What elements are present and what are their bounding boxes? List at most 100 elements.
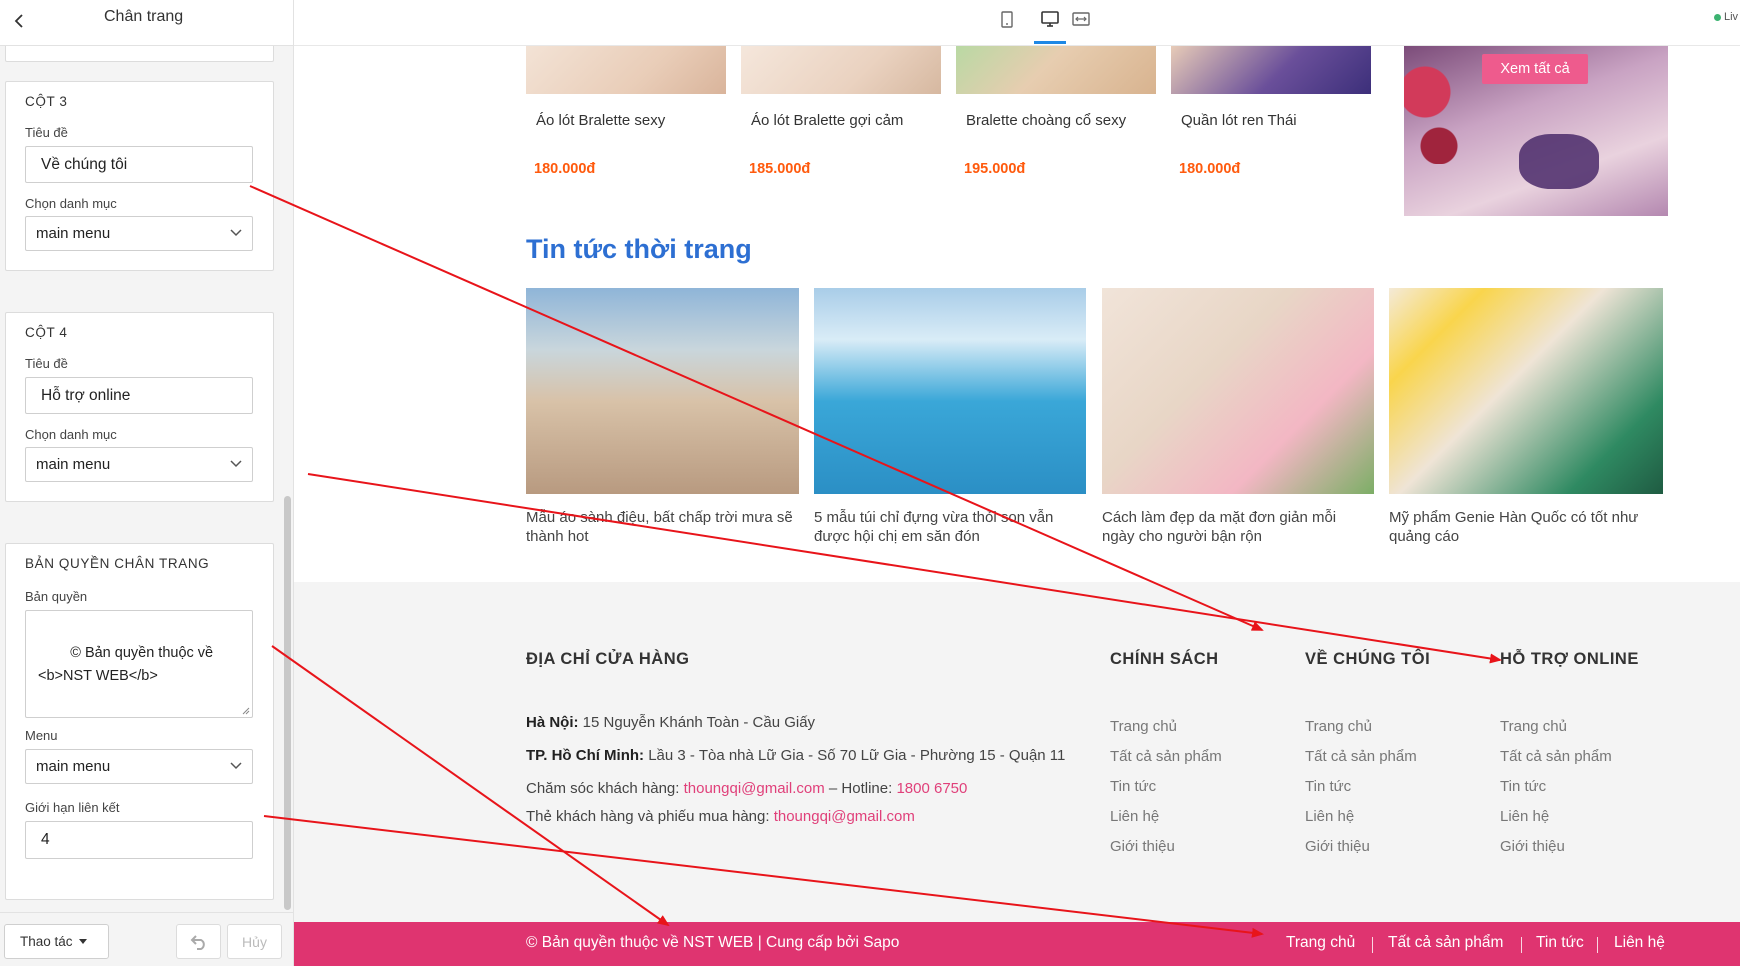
copybar-separator bbox=[1597, 937, 1598, 953]
address-hanoi-value: 15 Nguyễn Khánh Toàn - Cầu Giấy bbox=[582, 714, 816, 731]
chevron-down-icon bbox=[230, 762, 242, 770]
address-heading: ĐỊA CHỈ CỬA HÀNG bbox=[526, 650, 690, 668]
caret-down-icon bbox=[78, 939, 87, 944]
footer-link[interactable]: Tin tức bbox=[1500, 778, 1546, 795]
product-image[interactable] bbox=[956, 46, 1156, 94]
actions-dropdown-button[interactable]: Thao tác bbox=[4, 924, 109, 959]
product-image[interactable] bbox=[741, 46, 941, 94]
footer-link[interactable]: Trang chủ bbox=[1305, 718, 1372, 735]
support-column-heading: HỖ TRỢ ONLINE bbox=[1500, 650, 1639, 668]
fullwidth-view-button[interactable] bbox=[1070, 8, 1092, 30]
desktop-view-button[interactable] bbox=[1039, 8, 1061, 30]
footer-link[interactable]: Tất cả sản phẩm bbox=[1500, 748, 1612, 765]
link-limit-input[interactable]: 4 bbox=[25, 821, 253, 859]
panel-footer: Thao tác Hủy bbox=[0, 912, 293, 966]
footer-link[interactable]: Trang chủ bbox=[1110, 718, 1177, 735]
footer-link[interactable]: Tin tức bbox=[1305, 778, 1351, 795]
column-3-heading: CỘT 3 bbox=[25, 94, 68, 109]
news-image[interactable] bbox=[1389, 288, 1663, 494]
live-status-dot bbox=[1714, 14, 1721, 21]
product-image[interactable] bbox=[526, 46, 726, 94]
product-name[interactable]: Áo lót Bralette sexy bbox=[536, 112, 665, 129]
footer-link[interactable]: Tin tức bbox=[1110, 778, 1156, 795]
footer-link[interactable]: Giới thiệu bbox=[1500, 838, 1565, 855]
hotline-link[interactable]: 1800 6750 bbox=[896, 780, 967, 797]
desktop-icon bbox=[1041, 11, 1059, 27]
hotline-label: – Hotline: bbox=[828, 780, 893, 797]
news-title[interactable]: Mỹ phẩm Genie Hàn Quốc có tốt như quảng … bbox=[1389, 508, 1663, 546]
copybar-link[interactable]: Tất cả sản phẩm bbox=[1388, 934, 1503, 952]
product-price: 180.000đ bbox=[534, 161, 596, 177]
theme-settings-panel: Chân trang CỘT 3 Tiêu đề Về chúng tôi Ch… bbox=[0, 0, 294, 966]
footer-link[interactable]: Liên hệ bbox=[1305, 808, 1354, 825]
product-image[interactable] bbox=[1171, 46, 1371, 94]
column-4-title-value: Hỗ trợ online bbox=[41, 386, 131, 404]
footer-link[interactable]: Liên hệ bbox=[1500, 808, 1549, 825]
footer-link[interactable]: Tất cả sản phẩm bbox=[1305, 748, 1417, 765]
product-price: 185.000đ bbox=[749, 161, 811, 177]
footer-link[interactable]: Giới thiệu bbox=[1305, 838, 1370, 855]
copyright-textarea[interactable]: © Bản quyền thuộc về <b>NST WEB</b> bbox=[25, 610, 253, 718]
product-name[interactable]: Bralette choàng cổ sexy bbox=[966, 112, 1126, 129]
view-all-button[interactable]: Xem tất cả bbox=[1482, 54, 1588, 84]
chevron-down-icon bbox=[230, 460, 242, 468]
customer-care-email-link[interactable]: thoungqi@gmail.com bbox=[684, 780, 825, 797]
member-card-email-link[interactable]: thoungqi@gmail.com bbox=[774, 808, 915, 825]
copybar-link[interactable]: Trang chủ bbox=[1286, 934, 1355, 952]
previous-settings-card bbox=[5, 46, 274, 62]
column-3-menu-select[interactable]: main menu bbox=[25, 216, 253, 251]
cancel-button[interactable]: Hủy bbox=[227, 924, 282, 959]
column-3-title-label: Tiêu đề bbox=[25, 125, 68, 140]
copyright-menu-select[interactable]: main menu bbox=[25, 749, 253, 784]
column-4-menu-select[interactable]: main menu bbox=[25, 447, 253, 482]
news-section-title[interactable]: Tin tức thời trang bbox=[526, 234, 752, 265]
panel-header: Chân trang bbox=[0, 0, 293, 46]
copyright-menu-label: Menu bbox=[25, 728, 58, 743]
copyright-menu-value: main menu bbox=[36, 758, 111, 775]
column-4-title-input[interactable]: Hỗ trợ online bbox=[25, 377, 253, 414]
footer-link[interactable]: Liên hệ bbox=[1110, 808, 1159, 825]
resize-grip-icon[interactable] bbox=[242, 707, 250, 715]
column-4-menu-value: main menu bbox=[36, 456, 111, 473]
footer-link[interactable]: Trang chủ bbox=[1500, 718, 1567, 735]
news-image[interactable] bbox=[526, 288, 799, 494]
news-image[interactable] bbox=[1102, 288, 1374, 494]
product-price: 195.000đ bbox=[964, 161, 1026, 177]
column-3-title-input[interactable]: Về chúng tôi bbox=[25, 146, 253, 183]
address-hcm-value: Lầu 3 - Tòa nhà Lữ Gia - Số 70 Lữ Gia - … bbox=[648, 747, 1066, 764]
column-4-title-label: Tiêu đề bbox=[25, 356, 68, 371]
promo-banner[interactable]: Xem tất cả bbox=[1404, 46, 1668, 216]
column-4-heading: CỘT 4 bbox=[25, 325, 68, 340]
news-title[interactable]: Cách làm đẹp da mặt đơn giản mỗi ngày ch… bbox=[1102, 508, 1372, 546]
mobile-icon bbox=[1001, 10, 1013, 28]
product-name[interactable]: Áo lót Bralette gợi cảm bbox=[751, 112, 903, 129]
column-3-title-value: Về chúng tôi bbox=[41, 155, 128, 173]
banner-lace-decoration bbox=[1519, 134, 1599, 189]
copyright-value: © Bản quyền thuộc về <b>NST WEB</b> bbox=[38, 645, 218, 684]
mobile-view-button[interactable] bbox=[996, 8, 1018, 30]
footer-link[interactable]: Giới thiệu bbox=[1110, 838, 1175, 855]
copybar-link[interactable]: Liên hệ bbox=[1614, 934, 1665, 952]
news-title[interactable]: 5 mẫu túi chỉ đựng vừa thỏi son vẫn được… bbox=[814, 508, 1084, 546]
expand-horizontal-icon bbox=[1072, 12, 1090, 26]
panel-scrollbar[interactable] bbox=[284, 496, 291, 910]
back-button[interactable] bbox=[6, 8, 32, 34]
link-limit-value: 4 bbox=[41, 831, 50, 848]
copybar-link[interactable]: Tin tức bbox=[1536, 934, 1584, 952]
footer-link[interactable]: Tất cả sản phẩm bbox=[1110, 748, 1222, 765]
column-3-menu-value: main menu bbox=[36, 225, 111, 242]
link-limit-label: Giới hạn liên kết bbox=[25, 800, 120, 815]
member-card-label: Thẻ khách hàng và phiếu mua hàng: bbox=[526, 808, 770, 825]
news-image[interactable] bbox=[814, 288, 1086, 494]
undo-button[interactable] bbox=[176, 924, 221, 959]
panel-title: Chân trang bbox=[104, 8, 184, 25]
policy-column-heading: CHÍNH SÁCH bbox=[1110, 650, 1219, 668]
news-title[interactable]: Mẫu áo sành điệu, bất chấp trời mưa sẽ t… bbox=[526, 508, 796, 546]
footer-copyright-card: BẢN QUYỀN CHÂN TRANG Bản quyền © Bản quy… bbox=[5, 543, 274, 900]
preview-toolbar: Liv bbox=[294, 0, 1740, 46]
column-4-card: CỘT 4 Tiêu đề Hỗ trợ online Chọn danh mụ… bbox=[5, 312, 274, 502]
chevron-left-icon bbox=[14, 14, 23, 28]
about-column-heading: VỀ CHÚNG TÔI bbox=[1305, 650, 1431, 668]
product-name[interactable]: Quần lót ren Thái bbox=[1181, 112, 1297, 129]
panel-scroll-area[interactable]: CỘT 3 Tiêu đề Về chúng tôi Chọn danh mục… bbox=[0, 46, 293, 912]
